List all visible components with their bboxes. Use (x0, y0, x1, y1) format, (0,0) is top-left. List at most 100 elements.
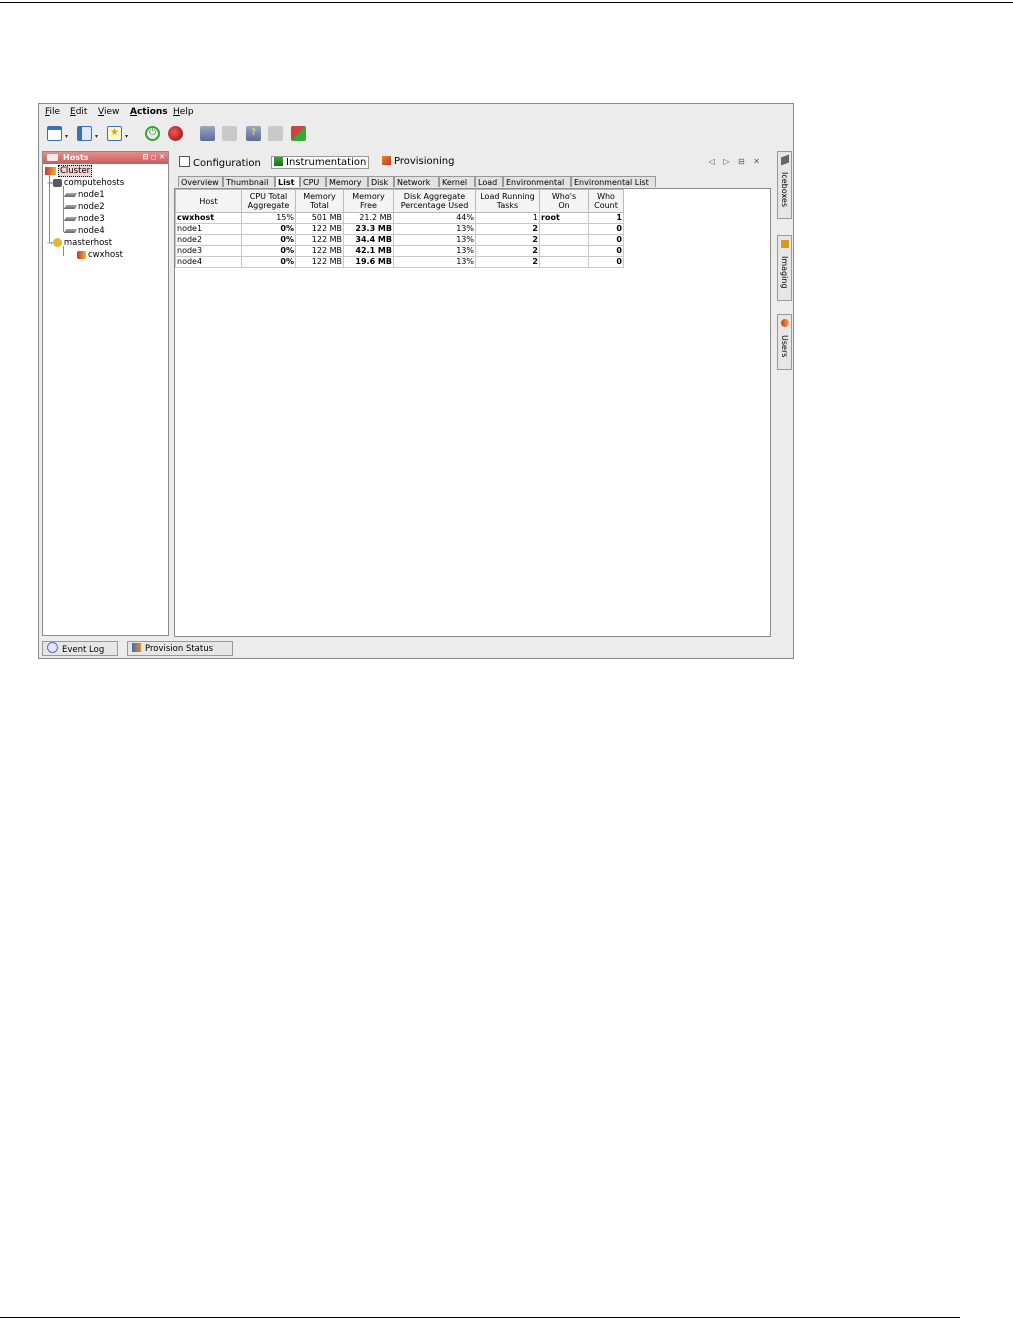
host-add-button[interactable] (200, 126, 216, 144)
menu-view[interactable]: View (98, 107, 119, 117)
host-blank-icon (222, 126, 237, 141)
tree-item-node1[interactable]: node1 (63, 190, 105, 202)
tree-item-node2[interactable]: node2 (63, 202, 105, 214)
menu-file[interactable]: File (45, 107, 60, 117)
subtab-load[interactable]: Load (475, 176, 503, 187)
column-header-who-count[interactable]: Who Count (588, 189, 624, 213)
table-row[interactable]: node3 0% 122 MB 42.1 MB 13% 2 0 (175, 245, 624, 257)
subtab-disk[interactable]: Disk (368, 176, 394, 187)
power-off-button[interactable] (168, 126, 184, 144)
subtab-environmental[interactable]: Environmental (503, 176, 571, 187)
tree-item-node3[interactable]: node3 (63, 214, 105, 226)
host-info-icon: ? (246, 126, 261, 141)
favorites-icon: ★ (107, 126, 122, 141)
header-line: Aggregate (247, 201, 290, 210)
cell-who-count: 0 (588, 245, 624, 257)
side-tab-users[interactable]: Users (777, 314, 792, 370)
power-on-button[interactable]: ⏻ (145, 126, 161, 144)
table-row[interactable]: node4 0% 122 MB 19.6 MB 13% 2 0 (175, 256, 624, 268)
side-tab-imaging[interactable]: Imaging (777, 235, 792, 301)
toolbar: ▾ ▾ ★ ▾ ⏻ ? (39, 121, 793, 149)
table-row[interactable]: cwxhost 15% 501 MB 21.2 MB 44% 1 root 1 (175, 212, 624, 224)
cell-host: node1 (175, 223, 242, 235)
favorites-button[interactable]: ★ ▾ (107, 126, 133, 144)
column-header-host[interactable]: Host (175, 189, 242, 213)
subtab-memory[interactable]: Memory (326, 176, 368, 187)
column-header-cpu[interactable]: CPU Total Aggregate (241, 189, 296, 213)
cell-whos-on (539, 245, 589, 257)
tree-item-masterhost[interactable]: ⊸ masterhost (47, 238, 112, 250)
node-icon (63, 204, 78, 209)
host-blank-button[interactable] (222, 126, 238, 144)
page-top-rule (0, 2, 1013, 3)
instrumentation-icon (274, 157, 283, 166)
view-controls[interactable]: ◁ ▷ ⊟ ✕ (709, 157, 763, 166)
subtab-network[interactable]: Network (394, 176, 439, 187)
side-tab-iceboxes[interactable]: Iceboxes (777, 151, 792, 219)
tab-label: Provision Status (145, 644, 214, 654)
column-header-memory-free[interactable]: Memory Free (343, 189, 394, 213)
tab-configuration[interactable]: Configuration (179, 156, 261, 169)
column-header-memory-total[interactable]: Memory Total (295, 189, 344, 213)
node-icon (63, 228, 78, 233)
host-info-button[interactable]: ? (246, 126, 262, 144)
cell-load: 2 (475, 245, 540, 257)
tree-item-computehosts[interactable]: ⊸ computehosts (47, 178, 124, 190)
header-line: Memory (303, 192, 336, 201)
header-line: Disk Aggregate (403, 192, 466, 201)
hosts-panel-controls[interactable]: ⊟ ◻ ✕ (143, 153, 165, 161)
tree-expand-icon: ⊸ (47, 239, 53, 247)
tab-label: Provisioning (394, 156, 455, 167)
layout-button[interactable]: ▾ (77, 126, 103, 144)
tab-provisioning[interactable]: Provisioning (382, 156, 454, 167)
table-row[interactable]: node1 0% 122 MB 23.3 MB 13% 2 0 (175, 223, 624, 235)
table-row[interactable]: node2 0% 122 MB 34.4 MB 13% 2 0 (175, 234, 624, 246)
tree-line (63, 186, 64, 232)
tree-item-cluster[interactable]: Cluster (45, 165, 93, 178)
subtab-overview[interactable]: Overview (178, 176, 223, 187)
cell-disk: 13% (393, 256, 476, 268)
tree-item-label: computehosts (63, 178, 125, 188)
host-blank-button-2[interactable] (268, 126, 284, 144)
host-list-table: Host CPU Total Aggregate Memory Total Memo… (175, 189, 624, 268)
subtab-list[interactable]: List (275, 176, 300, 187)
cell-memory-free: 42.1 MB (343, 245, 394, 257)
menu-bar: File Edit View Actions Help (39, 104, 793, 120)
imaging-icon (781, 240, 789, 248)
subtab-cpu[interactable]: CPU (300, 176, 326, 187)
cell-host: node4 (175, 256, 242, 268)
provision-button[interactable] (291, 126, 309, 144)
column-header-load[interactable]: Load Running Tasks (475, 189, 540, 213)
cell-whos-on (539, 234, 589, 246)
side-tab-bar: Iceboxes Imaging Users (777, 151, 793, 371)
page-bottom-rule (0, 1317, 960, 1318)
new-window-button[interactable]: ▾ (47, 126, 73, 144)
tree-item-label: node2 (78, 202, 105, 212)
tab-provision-status[interactable]: Provision Status (127, 641, 233, 656)
header-line: Percentage Used (400, 201, 469, 210)
power-on-icon: ⏻ (145, 126, 160, 141)
column-header-disk[interactable]: Disk Aggregate Percentage Used (393, 189, 476, 213)
header-line: Total (310, 201, 329, 210)
subtab-environmental-list[interactable]: Environmental List (571, 176, 656, 187)
tab-event-log[interactable]: Event Log (42, 641, 118, 656)
group-icon (52, 178, 62, 187)
menu-edit[interactable]: Edit (70, 107, 87, 117)
cell-who-count: 0 (588, 256, 624, 268)
event-log-icon (47, 642, 58, 653)
menu-actions[interactable]: Actions (130, 107, 168, 117)
cell-cpu: 0% (241, 234, 296, 246)
header-line: Tasks (496, 201, 519, 210)
header-line: Host (199, 196, 218, 206)
chevron-down-icon: ▾ (95, 133, 99, 140)
tab-label: Instrumentation (286, 157, 367, 168)
tree-item-node4[interactable]: node4 (63, 226, 105, 238)
tree-item-cwxhost[interactable]: cwxhost (77, 250, 123, 262)
hosts-icon (47, 154, 58, 161)
subtab-thumbnail[interactable]: Thumbnail (223, 176, 275, 187)
main-panel: Configuration Instrumentation Provisioni… (174, 154, 771, 637)
menu-help[interactable]: Help (173, 107, 194, 117)
tab-instrumentation[interactable]: Instrumentation (271, 156, 370, 169)
column-header-whos-on[interactable]: Who's On (539, 189, 589, 213)
subtab-kernel[interactable]: Kernel (439, 176, 475, 187)
